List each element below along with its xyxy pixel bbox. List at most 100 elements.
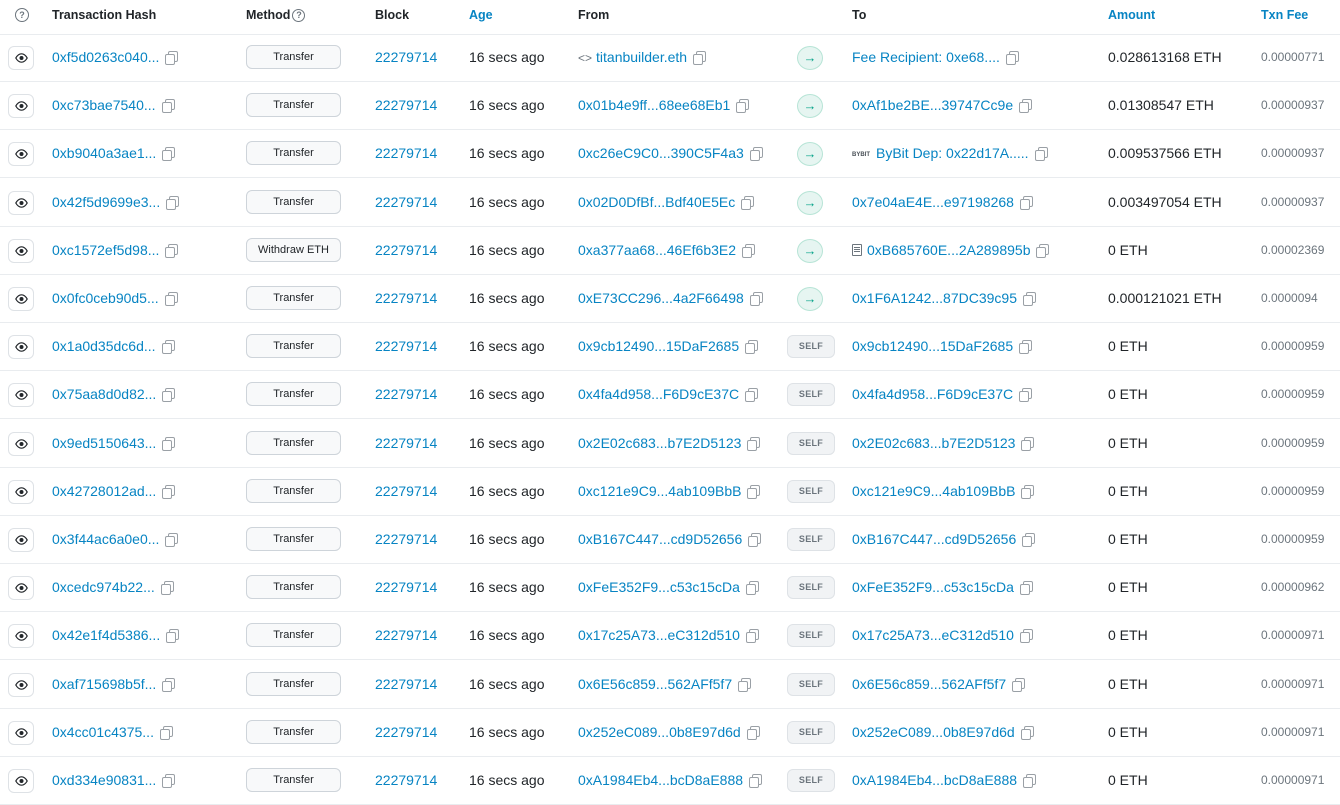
copy-icon[interactable] — [741, 195, 755, 210]
tx-hash-link[interactable]: 0x9ed5150643... — [52, 435, 156, 451]
to-address-link[interactable]: 0x6E56c859...562AFf5f7 — [852, 676, 1006, 692]
view-details-button[interactable] — [8, 479, 34, 504]
block-link[interactable]: 22279714 — [375, 194, 437, 210]
tx-hash-link[interactable]: 0x4cc01c4375... — [52, 724, 154, 740]
tx-hash-link[interactable]: 0x3f44ac6a0e0... — [52, 531, 159, 547]
copy-icon[interactable] — [749, 292, 763, 306]
from-address-link[interactable]: 0xa377aa68...46Ef6b3E2 — [578, 242, 736, 258]
tx-hash-link[interactable]: 0xaf715698b5f... — [52, 676, 156, 692]
block-link[interactable]: 22279714 — [375, 772, 437, 788]
copy-icon[interactable] — [1005, 51, 1019, 65]
tx-hash-link[interactable]: 0xf5d0263c040... — [52, 49, 159, 65]
copy-icon[interactable] — [161, 99, 175, 114]
copy-icon[interactable] — [1019, 340, 1033, 355]
block-link[interactable]: 22279714 — [375, 483, 437, 499]
copy-icon[interactable] — [162, 677, 176, 692]
from-address-link[interactable]: 0x6E56c859...562AFf5f7 — [578, 676, 732, 692]
tx-hash-link[interactable]: 0xb9040a3ae1... — [52, 145, 156, 161]
copy-icon[interactable] — [738, 677, 752, 692]
tx-hash-link[interactable]: 0x42f5d9699e3... — [52, 194, 160, 210]
copy-icon[interactable] — [162, 484, 176, 499]
copy-icon[interactable] — [1019, 99, 1033, 114]
tx-hash-link[interactable]: 0xd334e90831... — [52, 772, 156, 788]
to-address-link[interactable]: 0x252eC089...0b8E97d6d — [852, 724, 1015, 740]
from-address-link[interactable]: 0x9cb12490...15DaF2685 — [578, 338, 739, 354]
block-link[interactable]: 22279714 — [375, 386, 437, 402]
copy-icon[interactable] — [745, 388, 759, 403]
tx-hash-link[interactable]: 0x75aa8d0d82... — [52, 386, 156, 402]
copy-icon[interactable] — [749, 147, 763, 162]
copy-icon[interactable] — [1021, 436, 1035, 451]
copy-icon[interactable] — [164, 292, 178, 306]
from-address-link[interactable]: 0x252eC089...0b8E97d6d — [578, 724, 741, 740]
copy-icon[interactable] — [1012, 677, 1026, 692]
view-details-button[interactable] — [8, 576, 34, 601]
view-details-button[interactable] — [8, 142, 34, 167]
to-address-link[interactable]: 0x9cb12490...15DaF2685 — [852, 338, 1013, 354]
copy-icon[interactable] — [745, 629, 759, 644]
view-details-button[interactable] — [8, 46, 34, 70]
to-address-link[interactable]: 0x4fa4d958...F6D9cE37C — [852, 386, 1013, 402]
from-address-link[interactable]: titanbuilder.eth — [596, 49, 687, 65]
view-details-button[interactable] — [8, 769, 34, 793]
to-address-link[interactable]: 0x1F6A1242...87DC39c95 — [852, 290, 1017, 306]
copy-icon[interactable] — [747, 484, 761, 499]
tx-hash-link[interactable]: 0x42e1f4d5386... — [52, 627, 160, 643]
copy-icon[interactable] — [742, 243, 756, 258]
copy-icon[interactable] — [1034, 147, 1048, 162]
copy-icon[interactable] — [1021, 484, 1035, 499]
copy-icon[interactable] — [693, 51, 707, 65]
tx-hash-link[interactable]: 0x42728012ad... — [52, 483, 156, 499]
copy-icon[interactable] — [745, 340, 759, 355]
from-address-link[interactable]: 0x4fa4d958...F6D9cE37C — [578, 386, 739, 402]
copy-icon[interactable] — [165, 533, 179, 547]
copy-icon[interactable] — [745, 581, 759, 596]
method-help-icon[interactable]: ? — [292, 9, 306, 22]
view-details-button[interactable] — [8, 287, 34, 311]
copy-icon[interactable] — [161, 340, 175, 355]
tx-hash-link[interactable]: 0x0fc0ceb90d5... — [52, 290, 159, 306]
block-link[interactable]: 22279714 — [375, 242, 437, 258]
from-address-link[interactable]: 0xc121e9C9...4ab109BbB — [578, 483, 741, 499]
copy-icon[interactable] — [747, 436, 761, 451]
copy-icon[interactable] — [1019, 581, 1033, 596]
to-address-link[interactable]: 0xFeE352F9...c53c15cDa — [852, 579, 1014, 595]
view-details-button[interactable] — [8, 431, 34, 456]
copy-icon[interactable] — [162, 436, 176, 451]
from-address-link[interactable]: 0xc26eC9C0...390C5F4a3 — [578, 145, 744, 161]
copy-icon[interactable] — [1020, 725, 1034, 740]
from-address-link[interactable]: 0x02D0DfBf...Bdf40E5Ec — [578, 194, 735, 210]
to-address-link[interactable]: 0x7e04aE4E...e97198268 — [852, 194, 1014, 210]
view-details-button[interactable] — [8, 94, 34, 119]
copy-icon[interactable] — [165, 51, 179, 65]
block-link[interactable]: 22279714 — [375, 49, 437, 65]
from-address-link[interactable]: 0xA1984Eb4...bcD8aE888 — [578, 772, 743, 788]
header-age-toggle[interactable]: Age — [469, 0, 493, 34]
copy-icon[interactable] — [1023, 292, 1036, 306]
view-details-button[interactable] — [8, 335, 34, 360]
block-link[interactable]: 22279714 — [375, 676, 437, 692]
block-link[interactable]: 22279714 — [375, 338, 437, 354]
view-details-button[interactable] — [8, 672, 34, 697]
from-address-link[interactable]: 0x17c25A73...eC312d510 — [578, 627, 740, 643]
block-link[interactable]: 22279714 — [375, 97, 437, 113]
tx-hash-link[interactable]: 0xcedc974b22... — [52, 579, 155, 595]
to-address-link[interactable]: 0xA1984Eb4...bcD8aE888 — [852, 772, 1017, 788]
tx-hash-link[interactable]: 0xc73bae7540... — [52, 97, 156, 113]
info-icon[interactable]: ? — [15, 0, 29, 34]
view-details-button[interactable] — [8, 720, 34, 745]
tx-hash-link[interactable]: 0x1a0d35dc6d... — [52, 338, 156, 354]
block-link[interactable]: 22279714 — [375, 627, 437, 643]
block-link[interactable]: 22279714 — [375, 290, 437, 306]
block-link[interactable]: 22279714 — [375, 724, 437, 740]
from-address-link[interactable]: 0x2E02c683...b7E2D5123 — [578, 435, 741, 451]
to-address-link[interactable]: 0x17c25A73...eC312d510 — [852, 627, 1014, 643]
copy-icon[interactable] — [736, 99, 750, 114]
copy-icon[interactable] — [1023, 774, 1037, 788]
to-address-link[interactable]: 0x2E02c683...b7E2D5123 — [852, 435, 1015, 451]
block-link[interactable]: 22279714 — [375, 579, 437, 595]
block-link[interactable]: 22279714 — [375, 145, 437, 161]
from-address-link[interactable]: 0x01b4e9ff...68ee68Eb1 — [578, 97, 730, 113]
to-address-link[interactable]: 0xAf1be2BE...39747Cc9e — [852, 97, 1013, 113]
copy-icon[interactable] — [748, 533, 762, 547]
